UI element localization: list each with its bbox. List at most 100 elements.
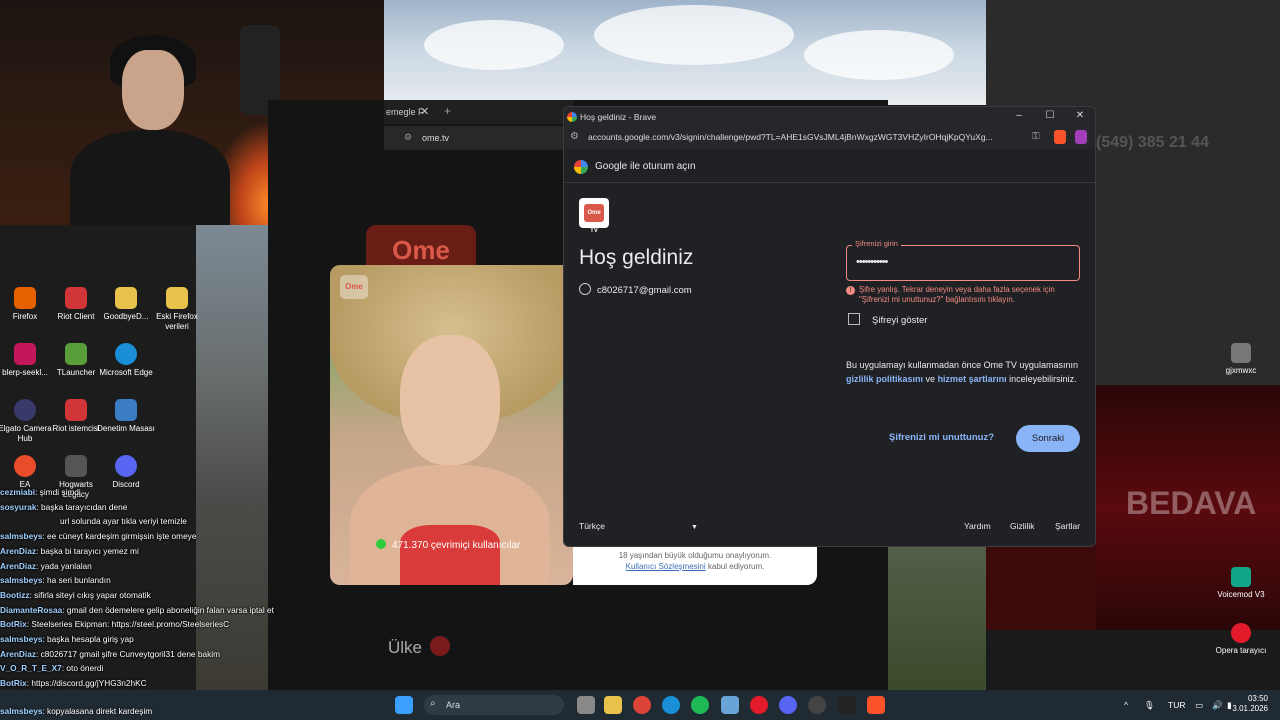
minimize-icon[interactable]: – bbox=[1012, 110, 1026, 121]
ome-url: ome.tv bbox=[422, 133, 450, 143]
clock-date: 3.01.2026 bbox=[1232, 704, 1268, 713]
taskbar-clock[interactable]: 03:50 3.01.2026 bbox=[1232, 694, 1268, 714]
edge-icon[interactable] bbox=[662, 696, 680, 714]
ome-video-badge: Ome bbox=[340, 275, 368, 299]
google-signin-window: Hoş geldiniz - Brave – ☐ ✕ ⚙ accounts.go… bbox=[563, 106, 1096, 547]
google-header-text: Google ile oturum açın bbox=[595, 161, 696, 172]
file-icon bbox=[1231, 343, 1251, 363]
app-logo-text: Ome TV bbox=[584, 204, 604, 234]
site-info-icon[interactable]: ⚙ bbox=[570, 131, 579, 142]
privacy-link[interactable]: gizlilik politikasını bbox=[846, 374, 923, 384]
spotify-icon[interactable] bbox=[691, 696, 709, 714]
taskbar-search[interactable]: ⌕ Ara bbox=[424, 695, 564, 715]
volume-icon[interactable]: 🔊 bbox=[1212, 700, 1223, 711]
clock-time: 03:50 bbox=[1247, 694, 1268, 703]
edge-icon bbox=[115, 343, 137, 365]
online-users: 471.370 çevrimiçi kullanıcılar bbox=[376, 539, 520, 551]
footer-terms-link[interactable]: Şartlar bbox=[1055, 521, 1080, 531]
hogwarts-icon bbox=[65, 455, 87, 477]
brave-shield-icon[interactable] bbox=[1054, 130, 1066, 144]
key-icon[interactable]: ⚿ bbox=[1032, 131, 1040, 142]
discord-icon bbox=[115, 455, 137, 477]
country-label: Ülke bbox=[388, 638, 423, 657]
network-icon[interactable]: ▭ bbox=[1195, 700, 1203, 711]
checkbox-icon[interactable] bbox=[848, 313, 860, 325]
site-settings-icon[interactable]: ⚙ bbox=[404, 132, 412, 143]
google-logo-icon bbox=[574, 160, 588, 174]
background-sky-image bbox=[384, 0, 986, 105]
address-bar[interactable]: ⚙ accounts.google.com/v3/signin/challeng… bbox=[564, 127, 1095, 149]
age-consent: 18 yaşından büyük olduğumu onaylıyorum. … bbox=[573, 545, 817, 585]
folder-icon bbox=[166, 287, 188, 309]
footer-privacy-link[interactable]: Gizlilik bbox=[1010, 521, 1035, 531]
language-selector[interactable]: Türkçe ▼ bbox=[579, 521, 698, 531]
desktop-icon-gjxmwxc[interactable]: gjxmwxc bbox=[1209, 343, 1273, 376]
age-text: 18 yaşından büyük olduğumu onaylıyorum. bbox=[618, 551, 772, 560]
task-view-icon[interactable] bbox=[577, 696, 595, 714]
next-button[interactable]: Sonraki bbox=[1016, 425, 1080, 452]
search-icon: ⌕ bbox=[430, 698, 436, 709]
obs-icon[interactable] bbox=[808, 696, 826, 714]
stream-chat: cezmiabi: şimdi şimdi sosyurak: başka ta… bbox=[0, 485, 300, 690]
country-selector[interactable]: Ülke bbox=[388, 636, 451, 658]
chat-line: ArenDiaz: başka bi tarayıcı yemez mi bbox=[0, 545, 139, 556]
chat-line: BotRix: Steelseries Ekipman: https://ste… bbox=[0, 619, 230, 630]
desktop-icon-edge[interactable]: Microsoft Edge bbox=[96, 343, 156, 378]
brave-icon[interactable] bbox=[867, 696, 885, 714]
tlauncher-icon bbox=[65, 343, 87, 365]
desktop-icon-opera[interactable]: Opera tarayıcı bbox=[1209, 623, 1273, 656]
ome-tab[interactable]: emegle F ✕ + bbox=[384, 100, 574, 124]
ome-address-bar[interactable]: ⚙ ome.tv bbox=[384, 126, 574, 150]
chat-line: ArenDiaz: yada yanlalan bbox=[0, 560, 92, 571]
input-language[interactable]: TUR bbox=[1168, 700, 1185, 710]
show-password-checkbox[interactable]: Şifreyi göster bbox=[848, 313, 927, 326]
online-dot-icon bbox=[376, 539, 386, 549]
chat-line: url solunda ayar tıkla veriyi temizle bbox=[60, 516, 187, 527]
microphone-icon[interactable]: 🎙 bbox=[1144, 700, 1155, 711]
policy-text: Bu uygulamayı kullanmadan önce Ome TV uy… bbox=[846, 360, 1078, 384]
error-icon: ! bbox=[846, 286, 855, 295]
maximize-icon[interactable]: ☐ bbox=[1043, 110, 1057, 121]
new-tab-icon[interactable]: + bbox=[444, 104, 451, 118]
window-titlebar[interactable]: Hoş geldiniz - Brave – ☐ ✕ bbox=[564, 107, 1095, 127]
steam-icon[interactable] bbox=[721, 696, 739, 714]
footer-help-link[interactable]: Yardım bbox=[964, 521, 991, 531]
battery-icon[interactable]: ▮ bbox=[1227, 700, 1232, 711]
terms-link[interactable]: hizmet şartlarını bbox=[938, 374, 1007, 384]
password-input[interactable]: ••••••••••• bbox=[856, 256, 888, 268]
file-explorer-icon[interactable] bbox=[604, 696, 622, 714]
password-label: Şifrenizi girin bbox=[852, 239, 901, 248]
ea-icon bbox=[14, 455, 36, 477]
discord-icon[interactable] bbox=[779, 696, 797, 714]
opera-icon[interactable] bbox=[750, 696, 768, 714]
search-placeholder: Ara bbox=[446, 700, 461, 710]
windows-start-icon[interactable] bbox=[395, 696, 413, 714]
online-count: 471.370 çevrimiçi kullanıcılar bbox=[392, 540, 521, 551]
app-logo: Ome TV bbox=[579, 198, 609, 234]
desktop-icon-firefox-data[interactable]: Eski Firefox verileri bbox=[147, 287, 207, 332]
opera-icon bbox=[1231, 623, 1251, 643]
desktop-icon-control-panel[interactable]: Denetim Masası bbox=[96, 399, 156, 434]
chrome-icon[interactable] bbox=[633, 696, 651, 714]
agreement-link[interactable]: Kullanıcı Sözleşmesini bbox=[626, 562, 706, 571]
chat-line: cezmiabi: şimdi şimdi bbox=[0, 487, 81, 497]
chat-line: salmsbeys: ha seri bunlandın bbox=[0, 575, 111, 586]
account-chip[interactable]: c8026717@gmail.com bbox=[579, 283, 692, 296]
google-favicon-icon bbox=[567, 112, 577, 122]
forgot-password-link[interactable]: Şifrenizi mi unuttunuz? bbox=[889, 432, 994, 443]
terminal-icon[interactable] bbox=[838, 696, 856, 714]
chat-line: V_O_R_T_E_X7: oto önerdi bbox=[0, 663, 104, 674]
url-text[interactable]: accounts.google.com/v3/signin/challenge/… bbox=[588, 132, 993, 142]
close-icon[interactable]: ✕ bbox=[420, 105, 429, 118]
close-icon[interactable]: ✕ bbox=[1073, 110, 1087, 121]
desktop-icon-voicemod[interactable]: Voicemod V3 bbox=[1209, 567, 1273, 600]
show-password-label: Şifreyi göster bbox=[872, 315, 928, 326]
chevron-up-icon[interactable]: ^ bbox=[1124, 700, 1128, 710]
brave-rewards-icon[interactable] bbox=[1075, 130, 1087, 144]
window-title: Hoş geldiniz - Brave bbox=[580, 112, 657, 122]
turkey-flag-icon bbox=[430, 636, 451, 656]
background-garden bbox=[888, 540, 986, 690]
firefox-icon bbox=[14, 287, 36, 309]
folder-icon bbox=[115, 287, 137, 309]
remote-video: Ome bbox=[330, 265, 573, 585]
